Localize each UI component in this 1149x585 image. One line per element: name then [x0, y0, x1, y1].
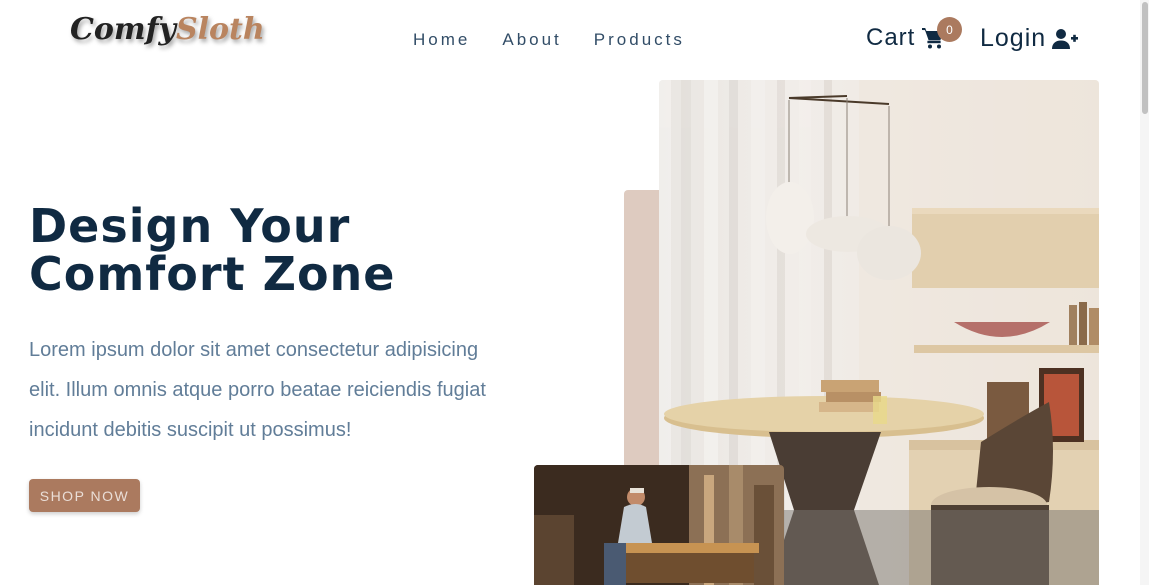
login-label: Login — [980, 24, 1047, 52]
hero-description: Lorem ipsum dolor sit amet consectetur a… — [29, 330, 509, 450]
scrollbar-thumb[interactable] — [1142, 2, 1148, 114]
nav-link-home[interactable]: Home — [413, 30, 470, 50]
cart-button[interactable]: Cart 0 — [866, 17, 962, 52]
cart-count-badge: 0 — [937, 17, 962, 42]
shop-now-button[interactable]: SHOP NOW — [29, 479, 140, 512]
hero-title: Design Your Comfort Zone — [29, 202, 509, 298]
hero-text-line1: Lorem ipsum dolor sit amet consectetur a… — [29, 339, 479, 361]
hero-title-line2: Comfort Zone — [29, 247, 396, 301]
nav-links: Home About Products — [413, 30, 717, 50]
brand-logo-part2: Sloth — [175, 12, 265, 47]
user-plus-icon — [1052, 28, 1079, 49]
hero-accent-image — [534, 465, 784, 585]
nav-link-about[interactable]: About — [502, 30, 561, 50]
cart-label: Cart — [866, 24, 916, 51]
hero-text-line2: elit. Illum omnis atque porro beatae rei… — [29, 379, 486, 401]
brand-logo-part1: Comfy — [70, 12, 176, 47]
hero-text-line3: incidunt debitis suscipit ut possimus! — [29, 419, 352, 441]
login-button[interactable]: Login — [980, 24, 1079, 53]
hero-title-line1: Design Your — [29, 199, 351, 253]
brand-logo[interactable]: ComfySloth — [70, 12, 265, 47]
nav-link-products[interactable]: Products — [594, 30, 685, 50]
navbar: ComfySloth Home About Products Cart 0 Lo… — [0, 0, 1140, 80]
carpenter-workshop-illustration — [534, 465, 784, 585]
page-scrollbar[interactable] — [1140, 0, 1149, 585]
